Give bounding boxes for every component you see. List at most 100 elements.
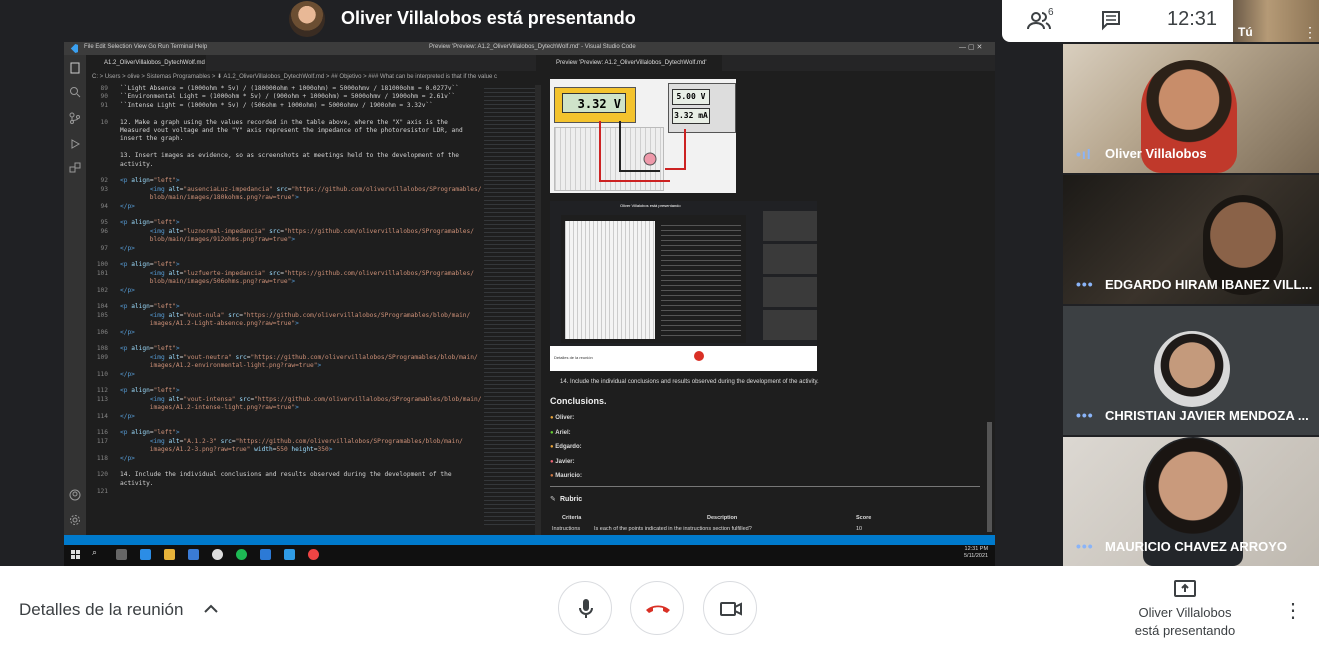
code-line[interactable]: 109 <img alt="vout-neutra" src="https://… <box>86 354 484 362</box>
code-line[interactable]: 92 <p align="left"> <box>86 177 484 185</box>
participant-tile[interactable]: •ıl Oliver Villalobos <box>1063 44 1319 173</box>
participant-tile[interactable]: ••• MAURICIO CHAVEZ ARROYO <box>1063 437 1319 566</box>
preview-scrollbar[interactable] <box>987 422 992 532</box>
code-editor[interactable]: 89 ``Light Absence = (1000ohm * 5v) / (18… <box>86 85 484 535</box>
code-line[interactable]: 102 </p> <box>86 287 484 295</box>
line-number: 91 <box>100 101 108 109</box>
code-line[interactable]: 110 </p> <box>86 371 484 379</box>
code-token: "ausenciaLuz-impedancia" <box>183 185 273 193</box>
edge-icon[interactable] <box>140 549 151 560</box>
code-line[interactable] <box>86 169 484 177</box>
code-line[interactable]: images/A1.2-3.png?raw=true" width=550 he… <box>86 446 484 454</box>
vscode-menu[interactable]: File Edit Selection View Go Run Terminal… <box>84 44 207 50</box>
taskbar-search-icon[interactable]: ⌕ <box>92 547 97 558</box>
explorer-icon[interactable] <box>69 62 81 74</box>
code-line[interactable]: images/A1.2-environmental-light.png?raw=… <box>86 362 484 370</box>
line-number: 104 <box>96 303 108 311</box>
code-line[interactable]: 96 <img alt="luznormal-impedancia" src="… <box>86 228 484 236</box>
code-line[interactable]: images/A1.2-Light-absence.png?raw=true"> <box>86 320 484 328</box>
code-token: "https://github.com/olivervillalobos/SPr… <box>254 395 482 403</box>
code-line[interactable]: 89 ``Light Absence = (1000ohm * 5v) / (18… <box>86 85 484 93</box>
code-line[interactable]: activity. <box>86 161 484 169</box>
code-line[interactable]: 121 <box>86 488 484 496</box>
task-view-icon[interactable] <box>116 549 127 560</box>
run-debug-icon[interactable] <box>69 138 81 150</box>
chat-icon[interactable] <box>1100 9 1122 31</box>
code-line[interactable]: 105 <img alt="Vout-nula" src="https://gi… <box>86 312 484 320</box>
code-line[interactable]: 116 <p align="left"> <box>86 429 484 437</box>
code-token: <p <box>120 219 132 227</box>
code-line[interactable]: 95 <p align="left"> <box>86 219 484 227</box>
app-icon[interactable] <box>308 549 319 560</box>
preview-tab[interactable]: Preview 'Preview: A1.2_OliverVillalobos_… <box>542 55 722 71</box>
code-line[interactable]: 114 </p> <box>86 413 484 421</box>
participant-tile[interactable]: ••• EDGARDO HIRAM IBANEZ VILL... <box>1063 175 1319 304</box>
camera-button[interactable] <box>703 581 757 635</box>
code-line[interactable]: 93 <img alt="ausenciaLuz-impedancia" src… <box>86 186 484 194</box>
code-line[interactable] <box>86 110 484 118</box>
code-line[interactable]: Measured vout voltage and the "Y" axis r… <box>86 127 484 135</box>
code-line[interactable] <box>86 295 484 303</box>
more-options-dots-icon[interactable]: ••• <box>1076 407 1094 423</box>
mail-icon[interactable] <box>260 549 271 560</box>
code-line[interactable]: 106 </p> <box>86 329 484 337</box>
participant-tile[interactable]: ••• CHRISTIAN JAVIER MENDOZA ... <box>1063 306 1319 435</box>
code-line[interactable]: 91 ``Intense Light = (1000ohm * 5v) / (50… <box>86 102 484 110</box>
present-screen-icon[interactable] <box>1174 580 1196 598</box>
code-line[interactable] <box>86 144 484 152</box>
store-icon[interactable] <box>188 549 199 560</box>
end-call-button[interactable] <box>630 581 684 635</box>
extensions-icon[interactable] <box>69 162 81 174</box>
chrome-icon[interactable] <box>212 549 223 560</box>
more-options-icon[interactable]: ⋮ <box>1283 598 1303 623</box>
code-line[interactable]: insert the graph. <box>86 135 484 143</box>
code-line[interactable]: activity. <box>86 480 484 488</box>
code-line[interactable]: blob/main/images/180kohms.png?raw=true"> <box>86 194 484 202</box>
code-line[interactable] <box>86 421 484 429</box>
minimap[interactable] <box>484 85 536 525</box>
settings-gear-icon[interactable] <box>69 514 81 526</box>
code-line[interactable]: 120 14. Include the individual conclusion… <box>86 471 484 479</box>
code-line[interactable] <box>86 337 484 345</box>
search-icon[interactable] <box>69 86 81 98</box>
editor-scrollbar[interactable] <box>535 85 541 535</box>
code-token: align <box>131 429 150 437</box>
code-line[interactable] <box>86 211 484 219</box>
meeting-details-button[interactable]: Detalles de la reunión <box>19 600 183 620</box>
code-line[interactable]: 118 </p> <box>86 455 484 463</box>
code-line[interactable]: blob/main/images/506ohms.png?raw=true"> <box>86 278 484 286</box>
code-line[interactable]: 117 <img alt="A.1.2-3" src="https://gith… <box>86 438 484 446</box>
self-tile-menu-icon[interactable]: ⋮ <box>1303 24 1317 41</box>
code-line[interactable]: 97 </p> <box>86 245 484 253</box>
code-line[interactable]: 94 </p> <box>86 203 484 211</box>
line-number: 112 <box>96 387 108 395</box>
code-line[interactable]: 100 <p align="left"> <box>86 261 484 269</box>
spotify-icon[interactable] <box>236 549 247 560</box>
code-line[interactable] <box>86 463 484 471</box>
code-line[interactable]: 13. Insert images as evidence, so as scr… <box>86 152 484 160</box>
window-controls[interactable]: — ▢ ✕ <box>959 43 982 51</box>
file-explorer-icon[interactable] <box>164 549 175 560</box>
vscode-taskbar-icon[interactable] <box>284 549 295 560</box>
code-line[interactable]: 113 <img alt="vout-intensa" src="https:/… <box>86 396 484 404</box>
more-options-dots-icon[interactable]: ••• <box>1076 538 1094 554</box>
code-line[interactable] <box>86 379 484 387</box>
code-line[interactable]: images/A1.2-intense-light.png?raw=true"> <box>86 404 484 412</box>
breadcrumb[interactable]: C: > Users > olive > Sistemas Programabl… <box>86 71 542 83</box>
code-line[interactable]: 10 12. Make a graph using the values reco… <box>86 119 484 127</box>
code-line[interactable]: 90 ``Environmental Light = (1000ohm * 5v)… <box>86 93 484 101</box>
editor-tab[interactable]: A1.2_OliverVillalobos_DytechWolf.md <box>86 55 206 71</box>
code-line[interactable]: 101 <img alt="luzfuerte-impedancia" src=… <box>86 270 484 278</box>
microphone-button[interactable] <box>558 581 612 635</box>
code-line[interactable]: 104 <p align="left"> <box>86 303 484 311</box>
code-line[interactable]: blob/main/images/912ohms.png?raw=true"> <box>86 236 484 244</box>
account-icon[interactable] <box>69 489 81 501</box>
chevron-up-icon[interactable] <box>203 602 219 614</box>
code-line[interactable]: 108 <p align="left"> <box>86 345 484 353</box>
source-control-icon[interactable] <box>69 112 81 124</box>
code-text: blob/main/images/506ohms.png?raw=true"> <box>120 278 295 286</box>
more-options-dots-icon[interactable]: ••• <box>1076 276 1094 292</box>
code-line[interactable] <box>86 253 484 261</box>
windows-start-icon[interactable] <box>71 550 80 559</box>
code-line[interactable]: 112 <p align="left"> <box>86 387 484 395</box>
